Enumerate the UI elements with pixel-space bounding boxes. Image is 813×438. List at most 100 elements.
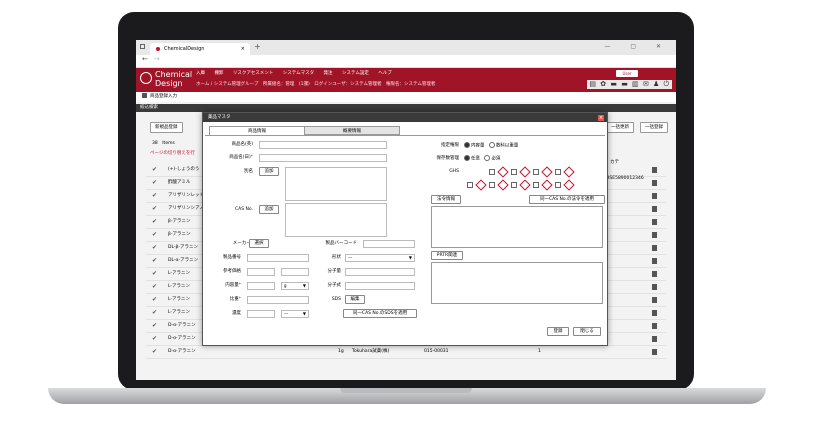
ghs-checkbox[interactable] <box>555 169 561 175</box>
address-bar[interactable]: ← → <box>136 55 676 68</box>
row-extra-code: HSE5890012346 <box>606 176 644 181</box>
window-controls[interactable]: — ▢ ✕ <box>604 43 670 50</box>
menu-item[interactable]: 発注 <box>324 71 333 76</box>
product-name-en-input[interactable] <box>259 141 387 149</box>
check-icon[interactable]: ✔ <box>152 271 157 277</box>
check-icon[interactable]: ✔ <box>152 310 157 316</box>
forward-arrow-icon[interactable]: → <box>154 55 160 63</box>
ghs-checkbox[interactable] <box>489 169 495 175</box>
storage-option-1: 任意 <box>471 156 480 162</box>
bulk-register-button[interactable]: 一括登録 <box>640 122 668 133</box>
trash-icon[interactable] <box>652 245 657 251</box>
trash-icon[interactable] <box>652 167 657 173</box>
check-icon[interactable]: ✔ <box>152 206 157 212</box>
radio-capacity[interactable] <box>464 142 470 148</box>
logo-line2: Design <box>155 79 183 88</box>
close-tab-icon[interactable]: × <box>241 43 245 55</box>
radio-required[interactable] <box>484 155 491 161</box>
concentration-label: 濃度 <box>232 311 241 316</box>
molecular-weight-input[interactable] <box>345 268 415 276</box>
cas-add-button[interactable]: 追加 <box>259 205 279 214</box>
trash-icon[interactable] <box>652 297 657 303</box>
trash-icon[interactable] <box>652 271 657 277</box>
ghs-checkbox[interactable] <box>467 182 473 188</box>
sds-same-cas-button[interactable]: 同一CAS No.のSDSを適用 <box>343 309 417 318</box>
alias-add-button[interactable]: 追加 <box>259 167 279 176</box>
user-badge[interactable]: User <box>616 70 638 77</box>
app-logo[interactable]: Chemical Design <box>155 70 192 88</box>
check-icon[interactable]: ✔ <box>152 219 157 225</box>
concentration-input[interactable] <box>247 310 275 318</box>
check-icon[interactable]: ✔ <box>152 297 157 303</box>
cas-label: CAS No. <box>235 207 253 212</box>
menu-item[interactable]: リスクアセスメント <box>233 71 273 76</box>
trash-icon[interactable] <box>652 349 657 355</box>
check-icon[interactable]: ✔ <box>152 258 157 264</box>
check-icon[interactable]: ✔ <box>152 323 157 329</box>
menu-item[interactable]: 入庫 <box>196 71 205 76</box>
header-toolbar-icons[interactable]: ▤ ✿ ▬ ▬ ▥ ✉ ♟ ⏻ <box>587 80 672 89</box>
storage-radio-group: 任意 必須 <box>461 155 500 164</box>
radio-count[interactable] <box>488 142 495 148</box>
register-button[interactable]: 登録 <box>547 327 569 336</box>
table-row[interactable]: ✔ D-α-アラニン 1g Tokuhara試薬(株) 015-00031 1 <box>146 346 666 359</box>
ghs-checkbox[interactable] <box>533 182 539 188</box>
trash-icon[interactable] <box>652 219 657 225</box>
law-same-cas-button[interactable]: 同一CAS No.の法令を適用 <box>529 195 605 204</box>
menu-item[interactable]: システムマスタ <box>283 71 314 76</box>
trash-icon[interactable] <box>652 336 657 342</box>
back-arrow-icon[interactable]: ← <box>142 55 148 63</box>
check-icon[interactable]: ✔ <box>152 167 157 173</box>
menu-item[interactable]: システム設定 <box>342 71 369 76</box>
ghs-checkbox[interactable] <box>555 182 561 188</box>
browser-tab[interactable]: ChemicalDesign × <box>150 43 250 55</box>
ghs-checkbox[interactable] <box>511 169 517 175</box>
ref-price-input[interactable] <box>247 268 275 276</box>
ghs-checkbox[interactable] <box>511 182 517 188</box>
sds-edit-button[interactable]: 編集 <box>345 295 365 304</box>
radio-optional[interactable] <box>464 155 470 161</box>
check-icon[interactable]: ✔ <box>152 180 157 186</box>
page-header: 商品登録入力 <box>136 92 676 102</box>
prtr-button[interactable]: PRTR関連 <box>431 251 463 260</box>
check-icon[interactable]: ✔ <box>152 336 157 342</box>
close-button[interactable]: 閉じる <box>573 327 601 336</box>
cas-textarea[interactable] <box>285 203 387 237</box>
trash-icon[interactable] <box>652 193 657 199</box>
tab-summary-info[interactable]: 概要情報 <box>304 126 400 135</box>
concentration-unit-select[interactable]: --- ▼ <box>281 310 309 318</box>
shape-select[interactable]: --- ▼ <box>345 254 415 262</box>
trash-icon[interactable] <box>652 232 657 238</box>
maker-select-button[interactable]: 選択 <box>249 239 269 248</box>
barcode-input[interactable] <box>363 240 415 248</box>
menu-item[interactable]: ヘルプ <box>378 71 392 76</box>
check-icon[interactable]: ✔ <box>152 193 157 199</box>
check-icon[interactable]: ✔ <box>152 232 157 238</box>
bulk-update-button[interactable]: 一括更新 <box>606 122 634 133</box>
close-icon[interactable]: × <box>598 114 604 121</box>
trash-icon[interactable] <box>652 323 657 329</box>
trash-icon[interactable] <box>652 258 657 264</box>
trash-icon[interactable] <box>652 180 657 186</box>
new-product-button[interactable]: 新規品登録 <box>150 122 183 133</box>
row-maker: Tokuhara試薬(株) <box>352 349 390 354</box>
menu-item[interactable]: 棚卸 <box>214 71 223 76</box>
ref-price-label: 参考価格 <box>223 269 241 274</box>
window-menu-icon[interactable] <box>140 44 145 49</box>
ghs-checkbox[interactable] <box>489 182 495 188</box>
check-icon[interactable]: ✔ <box>152 284 157 290</box>
trash-icon[interactable] <box>652 284 657 290</box>
check-icon[interactable]: ✔ <box>152 349 157 355</box>
capacity-label-wrap: 内容量* <box>203 282 241 290</box>
capacity-input[interactable] <box>247 282 275 290</box>
trash-icon[interactable] <box>652 206 657 212</box>
product-name-jp-input[interactable] <box>259 154 387 162</box>
law-info-button[interactable]: 法令情報 <box>431 195 461 204</box>
ghs-checkbox[interactable] <box>533 169 539 175</box>
new-tab-icon[interactable]: + <box>254 42 261 51</box>
formula-input[interactable] <box>345 282 415 290</box>
alias-textarea[interactable] <box>285 167 387 201</box>
check-icon[interactable]: ✔ <box>152 245 157 251</box>
tab-product-info[interactable]: 商品情報 <box>209 126 305 135</box>
trash-icon[interactable] <box>652 310 657 316</box>
